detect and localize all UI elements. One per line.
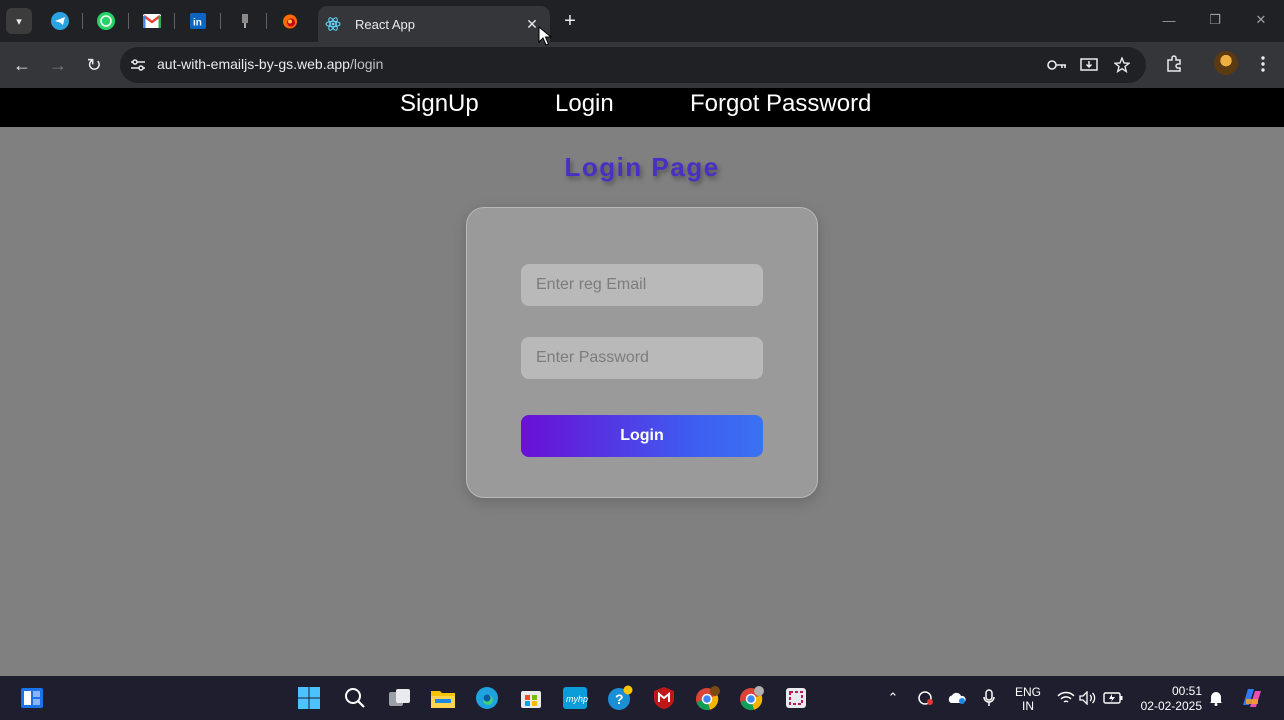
forward-arrow-icon[interactable]: → bbox=[44, 51, 72, 79]
nav-link-forgot-password[interactable]: Forgot Password bbox=[690, 90, 871, 118]
address-bar[interactable]: aut-with-emailjs-by-gs.web.app/login bbox=[120, 47, 1146, 83]
tab-separator bbox=[174, 13, 175, 29]
bookmark-star-icon[interactable] bbox=[1111, 54, 1133, 76]
restore-icon[interactable]: ❐ bbox=[1201, 8, 1229, 32]
nav-link-signup[interactable]: SignUp bbox=[400, 90, 479, 118]
tab-search-chevron-icon[interactable]: ▾ bbox=[6, 8, 32, 34]
url-text: aut-with-emailjs-by-gs.web.app/login bbox=[157, 56, 383, 72]
show-hidden-icons-chevron-icon[interactable]: ⌃ bbox=[883, 688, 903, 708]
clock-time: 00:51 bbox=[1171, 684, 1202, 698]
svg-text:?: ? bbox=[615, 691, 624, 707]
react-icon bbox=[325, 16, 341, 32]
tab-separator bbox=[266, 13, 267, 29]
url-host: aut-with-emailjs-by-gs.web.app bbox=[157, 56, 350, 72]
clock-date: 02-02-2025 bbox=[1140, 699, 1202, 713]
page-title: Login Page bbox=[564, 152, 720, 182]
lang-region: IN bbox=[1022, 699, 1034, 713]
firefox-icon[interactable] bbox=[279, 10, 301, 32]
tab-title: React App bbox=[355, 16, 415, 32]
minimize-icon[interactable]: — bbox=[1155, 8, 1183, 32]
notification-bell-icon[interactable] bbox=[1206, 688, 1226, 708]
onedrive-icon[interactable] bbox=[947, 688, 967, 708]
snipping-tool-icon[interactable] bbox=[782, 684, 810, 712]
site-settings-icon[interactable] bbox=[127, 54, 149, 76]
new-tab-plus-icon[interactable]: + bbox=[559, 10, 581, 32]
login-card: Login bbox=[466, 207, 818, 498]
whatsapp-icon[interactable] bbox=[95, 10, 117, 32]
menu-kebab-icon[interactable] bbox=[1251, 52, 1275, 76]
input-language[interactable]: ENG IN bbox=[1014, 685, 1042, 713]
url-path: /login bbox=[349, 56, 384, 72]
file-explorer-icon[interactable] bbox=[429, 684, 457, 712]
task-view-icon[interactable] bbox=[386, 684, 414, 712]
telegram-icon[interactable] bbox=[49, 10, 71, 32]
chrome-profile-2-icon[interactable] bbox=[738, 684, 766, 712]
sync-icon[interactable] bbox=[915, 688, 935, 708]
windows-start-icon[interactable] bbox=[295, 684, 323, 712]
mouse-cursor-icon bbox=[538, 26, 552, 46]
linkedin-icon[interactable]: in bbox=[187, 10, 209, 32]
tab-separator bbox=[220, 13, 221, 29]
install-app-icon[interactable] bbox=[1078, 54, 1100, 76]
chrome-profile-1-icon[interactable] bbox=[694, 684, 722, 712]
wifi-icon[interactable] bbox=[1056, 688, 1076, 708]
password-input[interactable] bbox=[521, 337, 763, 379]
pin-icon[interactable] bbox=[234, 10, 256, 32]
login-button[interactable]: Login bbox=[521, 415, 763, 457]
taskbar-clock[interactable]: 00:51 02-02-2025 bbox=[1132, 684, 1202, 714]
battery-icon[interactable] bbox=[1103, 688, 1123, 708]
microsoft-store-icon[interactable] bbox=[517, 684, 545, 712]
password-key-icon[interactable] bbox=[1046, 54, 1068, 76]
tab-separator bbox=[128, 13, 129, 29]
svg-text:in: in bbox=[193, 18, 202, 29]
windows-taskbar: myhp ? ⌃ ENG IN 00:51 02-02-2025 bbox=[0, 676, 1284, 720]
get-help-icon[interactable]: ? bbox=[606, 684, 634, 712]
tab-react-app[interactable]: React App ✕ bbox=[318, 6, 550, 42]
site-navbar: SignUp Login Forgot Password bbox=[0, 88, 1284, 127]
search-icon[interactable] bbox=[341, 684, 369, 712]
myhp-icon[interactable]: myhp bbox=[561, 684, 589, 712]
browser-toolbar: ← → ↻ aut-with-emailjs-by-gs.web.app/log… bbox=[0, 42, 1284, 88]
back-arrow-icon[interactable]: ← bbox=[8, 51, 36, 79]
extensions-puzzle-icon[interactable] bbox=[1162, 52, 1186, 76]
browser-tab-strip: ▾ in React App ✕ + — ❐ ✕ bbox=[0, 0, 1284, 42]
copilot-icon[interactable] bbox=[1238, 684, 1266, 712]
tab-separator bbox=[82, 13, 83, 29]
gmail-icon[interactable] bbox=[141, 10, 163, 32]
svg-text:myhp: myhp bbox=[566, 694, 588, 704]
mcafee-icon[interactable] bbox=[650, 684, 678, 712]
nav-link-login[interactable]: Login bbox=[555, 90, 614, 118]
widgets-icon[interactable] bbox=[18, 684, 46, 712]
lang-code: ENG bbox=[1014, 685, 1041, 699]
volume-icon[interactable] bbox=[1078, 688, 1098, 708]
reload-icon[interactable]: ↻ bbox=[80, 51, 108, 79]
email-input[interactable] bbox=[521, 264, 763, 306]
window-close-icon[interactable]: ✕ bbox=[1247, 8, 1275, 32]
profile-avatar[interactable] bbox=[1214, 51, 1238, 75]
microphone-icon[interactable] bbox=[979, 688, 999, 708]
edge-browser-icon[interactable] bbox=[473, 684, 501, 712]
